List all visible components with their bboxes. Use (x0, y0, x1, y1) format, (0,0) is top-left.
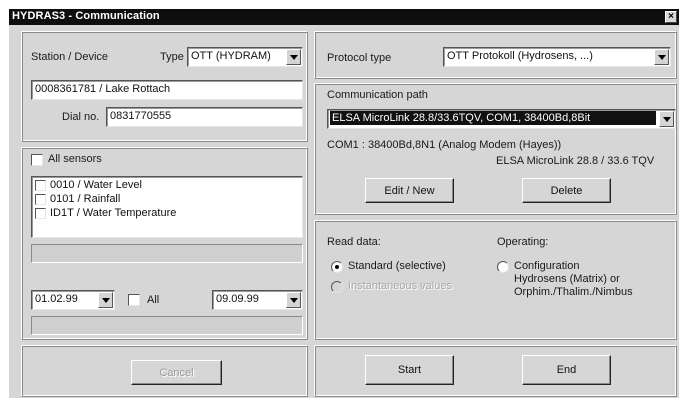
standard-label: Standard (selective) (348, 260, 446, 272)
sensor-status-bar (31, 244, 303, 263)
type-select[interactable]: OTT (HYDRAM) (187, 47, 303, 67)
protocol-type-value: OTT Protokoll (Hydrosens, ...) (447, 50, 593, 62)
comm-path-value: ELSA MicroLink 28.8/33.6TQV, COM1, 38400… (330, 111, 656, 125)
comm-path-panel: Communication path ELSA MicroLink 28.8/3… (314, 83, 677, 215)
date-from-select[interactable]: 01.02.99 (31, 290, 115, 310)
date-status-bar (31, 316, 303, 335)
station-field[interactable]: 0008361781 / Lake Rottach (31, 80, 303, 100)
end-button[interactable]: End (522, 355, 611, 385)
configuration-orphim-label: Orphim./Thalim./Nimbus (514, 286, 633, 298)
sensors-panel: All sensors 0010 / Water Level 0101 / Ra… (21, 147, 308, 340)
date-to-select[interactable]: 09.09.99 (212, 290, 303, 310)
start-button[interactable]: Start (365, 355, 454, 385)
sensor-checkbox[interactable] (35, 194, 46, 205)
sensor-checkbox[interactable] (35, 208, 46, 219)
all-dates-label: All (147, 294, 160, 306)
sensor-list[interactable]: 0010 / Water Level 0101 / Rainfall ID1T … (31, 176, 303, 238)
chevron-down-icon[interactable] (286, 292, 301, 308)
type-label: Type (160, 51, 184, 63)
station-panel: Station / Device Type OTT (HYDRAM) 00083… (21, 31, 308, 142)
edit-new-button-label: Edit / New (384, 184, 435, 197)
communication-window: HYDRAS3 - Communication × Station / Devi… (9, 9, 679, 398)
protocol-type-select[interactable]: OTT Protokoll (Hydrosens, ...) (443, 47, 671, 67)
all-sensors-label: All sensors (48, 153, 102, 165)
dial-no-label: Dial no. (62, 111, 100, 123)
sensor-label: 0010 / Water Level (50, 179, 142, 191)
delete-button[interactable]: Delete (522, 178, 611, 203)
modem-info: ELSA MicroLink 28.8 / 33.6 TQV (496, 155, 655, 167)
protocol-panel: Protocol type OTT Protokoll (Hydrosens, … (314, 31, 677, 79)
configuration-radio[interactable] (497, 261, 509, 273)
comm-path-label: Communication path (327, 89, 428, 101)
sensor-label: ID1T / Water Temperature (50, 207, 177, 219)
all-dates-checkbox[interactable] (128, 294, 140, 306)
operating-label: Operating: (497, 236, 549, 248)
chevron-down-icon[interactable] (654, 49, 669, 65)
action-panel: Start End (314, 345, 677, 397)
close-icon: × (668, 11, 674, 22)
all-sensors-checkbox[interactable] (31, 154, 43, 166)
configuration-label: Configuration (514, 260, 580, 272)
dial-no-field[interactable]: 0831770555 (106, 107, 303, 127)
date-from-value: 01.02.99 (35, 293, 78, 305)
cancel-panel: Cancel (21, 345, 308, 397)
window-title: HYDRAS3 - Communication (12, 10, 160, 22)
sensor-checkbox[interactable] (35, 180, 46, 191)
cancel-button[interactable]: Cancel (131, 360, 222, 385)
station-device-label: Station / Device (31, 51, 109, 63)
date-to-value: 09.09.99 (216, 293, 259, 305)
read-operate-panel: Read data: Operating: Standard (selectiv… (314, 220, 677, 340)
type-value: OTT (HYDRAM) (191, 50, 271, 62)
instantaneous-label: Instantaneous values (348, 280, 452, 292)
instantaneous-radio[interactable] (331, 281, 343, 293)
com-port-info: COM1 : 38400Bd,8N1 (Analog Modem (Hayes)… (327, 139, 562, 151)
chevron-down-icon[interactable] (286, 49, 301, 65)
sensor-label: 0101 / Rainfall (50, 193, 121, 205)
comm-path-select[interactable]: ELSA MicroLink 28.8/33.6TQV, COM1, 38400… (327, 109, 676, 129)
delete-button-label: Delete (550, 184, 583, 197)
close-button[interactable]: × (665, 11, 677, 23)
edit-new-button[interactable]: Edit / New (365, 178, 454, 203)
cancel-button-label: Cancel (159, 366, 194, 379)
chevron-down-icon[interactable] (98, 292, 113, 308)
chevron-down-icon[interactable] (659, 111, 674, 127)
end-button-label: End (556, 364, 577, 376)
protocol-type-label: Protocol type (327, 52, 392, 64)
start-button-label: Start (397, 364, 422, 376)
title-bar[interactable]: HYDRAS3 - Communication × (9, 9, 679, 25)
configuration-hydrosens-label: Hydrosens (Matrix) or (514, 273, 620, 285)
standard-radio[interactable] (331, 261, 343, 273)
read-data-label: Read data: (327, 236, 381, 248)
